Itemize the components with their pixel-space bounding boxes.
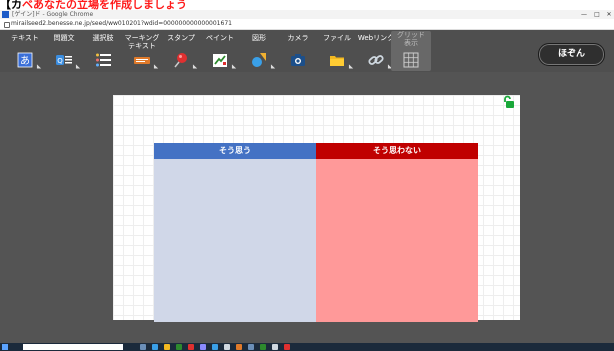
taskbar-app-icon[interactable] <box>164 344 170 350</box>
chevron-down-icon <box>34 64 42 71</box>
tool-label: 問題文 <box>53 34 75 42</box>
taskbar-app-icon[interactable] <box>152 344 158 350</box>
folder-icon <box>330 56 344 66</box>
taskbar-app-icon[interactable] <box>224 344 230 350</box>
chevron-down-icon <box>73 64 81 71</box>
camera-icon <box>291 54 305 66</box>
address-bar[interactable]: mirailseed2.benesse.ne.jp/seed/ww010201?… <box>0 19 614 30</box>
padlock-icon <box>4 22 10 28</box>
os-taskbar <box>0 343 614 351</box>
page-heading: 【カベあなたの立場を作成しましょう <box>0 0 614 10</box>
tool-label: ファイル <box>323 34 351 42</box>
grid-icon <box>403 52 419 68</box>
tool-label: マーキング テキスト <box>124 34 160 50</box>
tool-label: スタンプ <box>167 34 195 42</box>
tool-grid-button[interactable]: グリッド 表示 <box>391 31 431 71</box>
tool-shape-button[interactable]: 図形 <box>239 34 279 71</box>
maximize-button[interactable]: □ <box>591 10 603 19</box>
disagree-column-header: そう思わない <box>316 143 478 159</box>
chevron-down-icon <box>229 64 237 71</box>
link-icon <box>368 55 384 65</box>
tool-label: ペイント <box>206 34 234 42</box>
tool-choice-button[interactable]: 選択肢 <box>83 34 123 70</box>
taskbar-app-icon[interactable] <box>236 344 242 350</box>
close-window-button[interactable]: ✕ <box>603 10 614 19</box>
heading-message: ベあなたの立場を作成しましょう <box>22 0 187 10</box>
tool-weblink-button[interactable]: Webリンク <box>356 34 396 71</box>
tool-text-button[interactable]: テキスト あ <box>5 34 45 71</box>
tool-question-button[interactable]: 問題文 Q <box>44 34 84 71</box>
windows-start-icon[interactable] <box>2 344 8 350</box>
taskbar-app-icon[interactable] <box>188 344 194 350</box>
save-button[interactable]: ほぞん <box>538 43 605 66</box>
workspace: そう思う そう思わない <box>0 72 614 343</box>
card-canvas[interactable]: そう思う そう思わない <box>113 95 520 322</box>
taskbar-app-icon[interactable] <box>200 344 206 350</box>
minimize-button[interactable]: — <box>578 10 590 19</box>
tool-stamp-button[interactable]: スタンプ <box>161 34 201 71</box>
taskbar-app-icon[interactable] <box>176 344 182 350</box>
window-title: [ゲイン]ド - Google Chrome <box>12 11 94 18</box>
svg-text:Q: Q <box>57 57 63 65</box>
taskbar-app-icon[interactable] <box>272 344 278 350</box>
tool-label: 図形 <box>252 34 266 42</box>
taskbar-app-icon[interactable] <box>284 344 290 350</box>
disagree-column-area[interactable] <box>316 159 478 322</box>
heading-prefix: 【カ <box>0 0 22 10</box>
tool-label: グリッド 表示 <box>397 31 425 47</box>
text-a-icon: あ <box>17 52 33 68</box>
tool-label: Webリンク <box>357 34 395 42</box>
agree-column-header: そう思う <box>154 143 316 159</box>
agree-column-area[interactable] <box>154 159 316 322</box>
paint-icon <box>213 54 227 67</box>
tool-label: カメラ <box>287 34 309 42</box>
taskbar-app-icon[interactable] <box>260 344 266 350</box>
stamp-pin-icon <box>174 53 187 68</box>
tool-camera-button[interactable]: カメラ <box>278 34 318 70</box>
tool-paint-button[interactable]: ペイント <box>200 34 240 71</box>
shape-icon <box>252 53 266 67</box>
taskbar-app-icon[interactable] <box>248 344 254 350</box>
chevron-down-icon <box>151 64 159 71</box>
question-q-icon: Q <box>56 55 72 65</box>
toolbar: テキスト あ 問題文 Q 選択肢 マーキング テキスト スタンプ ペイント 図形… <box>0 30 614 72</box>
chevron-down-icon <box>268 64 276 71</box>
chevron-down-icon <box>190 64 198 71</box>
chevron-down-icon <box>346 64 354 71</box>
unlock-icon[interactable] <box>501 95 515 109</box>
tool-label: テキスト <box>11 34 39 42</box>
tool-file-button[interactable]: ファイル <box>317 34 357 71</box>
app-icon <box>2 11 9 18</box>
marking-text-icon <box>134 57 150 64</box>
svg-text:あ: あ <box>20 55 30 67</box>
taskbar-app-icon[interactable] <box>212 344 218 350</box>
taskbar-search-box[interactable] <box>23 344 123 350</box>
choice-list-icon <box>96 53 111 67</box>
tool-marking-button[interactable]: マーキング テキスト <box>122 34 162 71</box>
taskbar-app-icon[interactable] <box>140 344 146 350</box>
tool-label: 選択肢 <box>92 34 114 42</box>
browser-titlebar: [ゲイン]ド - Google Chrome — □ ✕ <box>0 10 614 19</box>
url-text[interactable]: mirailseed2.benesse.ne.jp/seed/ww010201?… <box>11 19 232 29</box>
